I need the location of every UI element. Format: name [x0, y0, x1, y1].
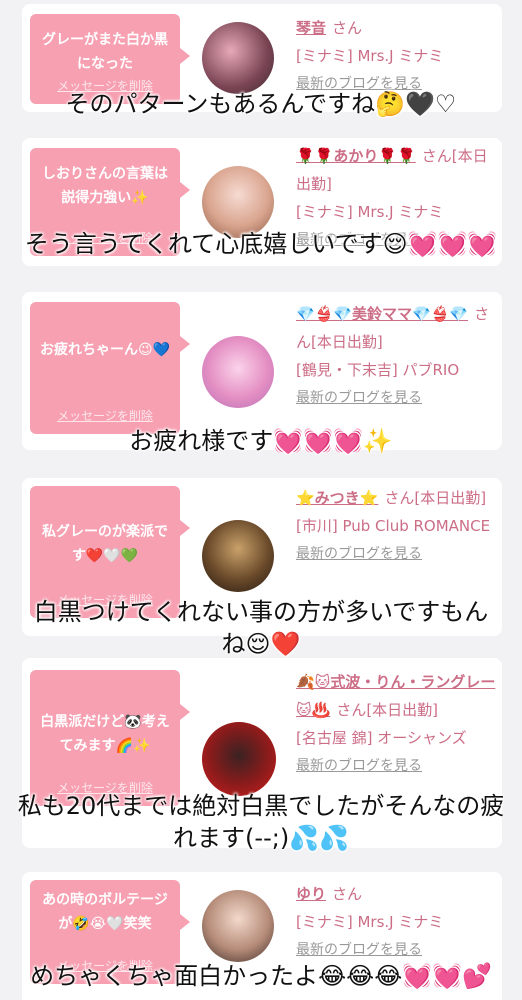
- honorific: さん[本日出勤]: [336, 701, 439, 719]
- avatar[interactable]: [202, 722, 276, 796]
- message-bubble: 白黒派だけど🐼考えてみます🌈✨ メッセージを削除: [30, 670, 190, 806]
- honorific: さん[本日出勤]: [384, 489, 487, 507]
- shop-name: [鶴見・下末吉] パブRIO: [296, 361, 460, 379]
- delete-message-link[interactable]: メッセージを削除: [30, 407, 180, 424]
- caption-overlay: めちゃくちゃ面白かったよ😂😂😂💓💓💕: [30, 962, 492, 990]
- shop-name: [ミナミ] Mrs.J ミナミ: [296, 913, 444, 931]
- shop-name: [市川] Pub Club ROMANCE: [296, 517, 491, 535]
- message-text: しおりさんの言葉は説得力強い✨: [42, 166, 168, 206]
- caption-overlay: 白黒つけてくれない事の方が多いですもんね😌❤️: [33, 598, 489, 658]
- caption-overlay: お疲れ様です💓💓💓✨: [129, 427, 393, 455]
- shop-name: [ミナミ] Mrs.J ミナミ: [296, 203, 444, 221]
- message-text: グレーがまた白か黒になった: [42, 32, 168, 72]
- avatar[interactable]: [202, 890, 274, 962]
- message-text: お疲れちゃーん😉💙: [39, 342, 171, 358]
- shop-name: [名古屋 錦] オーシャンズ: [296, 729, 467, 747]
- message-text: 白黒派だけど🐼考えてみます🌈✨: [40, 714, 170, 754]
- caption-overlay: そう言うてくれて心底嬉しいです😌💓💓💓: [24, 230, 498, 258]
- caption-overlay: 私も20代までは絶対白黒でしたがそんなの疲れます(--;)💦💦: [17, 792, 505, 852]
- latest-blog-link[interactable]: 最新のブログを見る: [296, 752, 496, 780]
- latest-blog-link[interactable]: 最新のブログを見る: [296, 540, 496, 568]
- message-bubble: お疲れちゃーん😉💙 メッセージを削除: [30, 302, 190, 434]
- user-name-link[interactable]: 🌹🌹あかり🌹🌹: [296, 147, 416, 165]
- user-name-link[interactable]: ゆり: [296, 885, 326, 903]
- shop-name: [ミナミ] Mrs.J ミナミ: [296, 47, 444, 65]
- honorific: さん: [332, 19, 363, 37]
- honorific: さん: [332, 885, 363, 903]
- avatar[interactable]: [202, 22, 274, 94]
- message-text: あの時のボルテージが🤣😭🤍笑笑: [42, 892, 168, 932]
- user-name-link[interactable]: 💎👙💎美鈴ママ💎👙💎: [296, 305, 468, 323]
- user-name-link[interactable]: ⭐みつき⭐: [296, 489, 378, 507]
- avatar[interactable]: [202, 520, 274, 592]
- user-name-link[interactable]: 琴音: [296, 19, 326, 37]
- avatar[interactable]: [202, 336, 274, 408]
- caption-overlay: そのパターンもあるんですね🤔🖤♡: [65, 90, 457, 118]
- latest-blog-link[interactable]: 最新のブログを見る: [296, 384, 496, 412]
- message-text: 私グレーのが楽派です❤️🤍💚: [42, 524, 168, 564]
